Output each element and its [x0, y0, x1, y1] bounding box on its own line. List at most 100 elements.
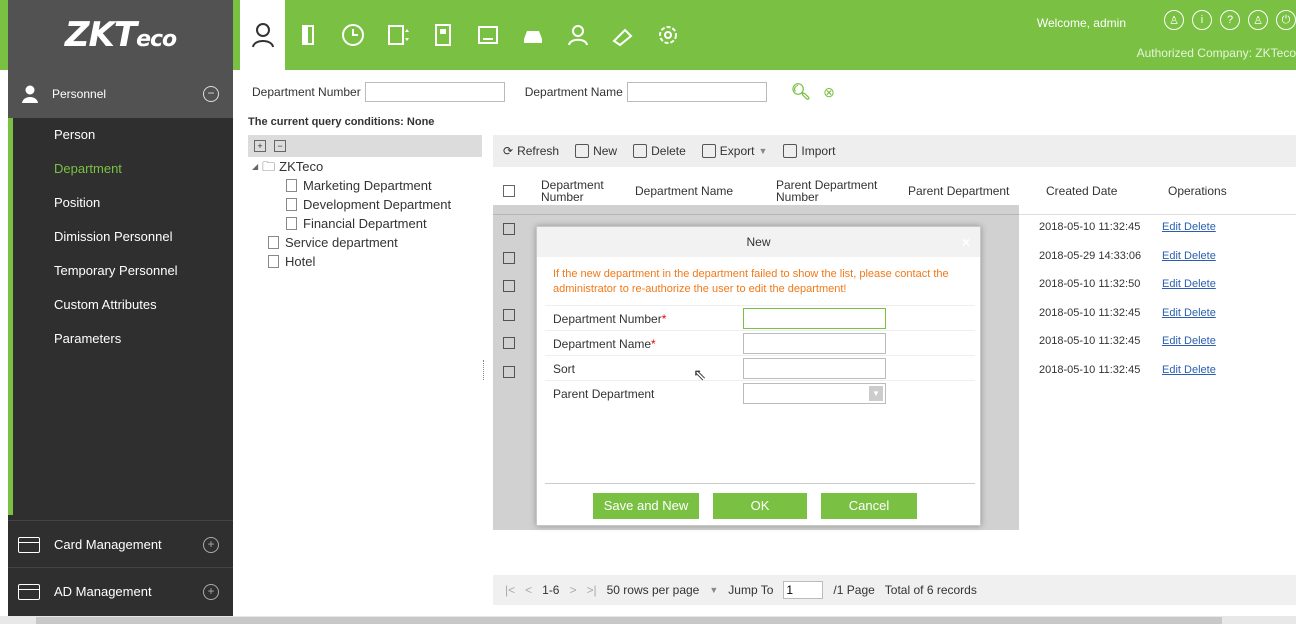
card-icon [18, 536, 40, 553]
folder-icon: 🗀︎ [262, 159, 276, 174]
new-icon [575, 144, 590, 158]
row-ops-links[interactable]: Edit Delete [1162, 250, 1216, 262]
next-page-icon[interactable]: > [569, 583, 576, 597]
new-button[interactable]: New [575, 144, 617, 158]
parent-dept-select[interactable]: ▼ [743, 383, 886, 404]
prev-page-icon[interactable]: < [525, 583, 532, 597]
file-icon [286, 198, 297, 211]
module-bar [240, 0, 690, 70]
sidebar-item-custom-attributes[interactable]: Custom Attributes [8, 288, 233, 322]
sort-field-label: Sort [553, 362, 576, 376]
car-icon[interactable] [510, 0, 555, 70]
query-conditions: The current query conditions: None [248, 116, 435, 128]
total-records: Total of 6 records [884, 583, 977, 597]
clock-icon[interactable] [330, 0, 375, 70]
sidebar-section-ad[interactable]: AD Management + [8, 567, 233, 615]
sidebar-item-department[interactable]: Department [8, 152, 233, 186]
personnel-icon[interactable] [240, 0, 285, 70]
row-ops-links[interactable]: Edit Delete [1162, 278, 1216, 290]
expand-icon[interactable]: + [203, 537, 219, 553]
sidebar-item-parameters[interactable]: Parameters [8, 322, 233, 356]
horizontal-scrollbar[interactable] [0, 616, 1296, 624]
mouse-cursor-icon: ⇖ [693, 367, 707, 384]
building-icon[interactable] [420, 0, 465, 70]
delete-icon [633, 144, 648, 158]
tree-node[interactable]: Financial Department [248, 214, 482, 233]
logo: ZKTeco [8, 0, 233, 70]
profile-icon[interactable]: ♙ [1248, 10, 1268, 30]
cancel-button[interactable]: Cancel [821, 493, 917, 519]
expand-all-icon[interactable]: + [254, 140, 266, 152]
sidebar-item-position[interactable]: Position [8, 186, 233, 220]
settings-icon[interactable] [645, 0, 690, 70]
jump-label: Jump To [728, 583, 774, 597]
tree-node-root[interactable]: ◢ 🗀︎ ZKTeco [248, 157, 482, 176]
dept-number-field[interactable] [743, 308, 886, 329]
rows-per-page-select[interactable]: 50 rows per page [607, 583, 700, 597]
help-icon[interactable]: ? [1220, 10, 1240, 30]
dept-number-label: Department Number [252, 85, 361, 99]
row-ops-links[interactable]: Edit Delete [1162, 364, 1216, 376]
collapse-icon[interactable]: − [203, 86, 219, 102]
export-button[interactable]: Export ▼ [701, 144, 767, 158]
row-ops-links[interactable]: Edit Delete [1162, 335, 1216, 347]
clear-icon[interactable]: ⊗ [823, 84, 835, 101]
patrol-icon[interactable] [600, 0, 645, 70]
page-count: /1 Page [833, 583, 875, 597]
ad-icon [18, 583, 40, 600]
refresh-button[interactable]: ⟳ Refresh [503, 144, 559, 158]
last-page-icon[interactable]: >| [587, 583, 597, 597]
collapse-all-icon[interactable]: − [274, 140, 286, 152]
first-page-icon[interactable]: |< [505, 583, 515, 597]
import-icon [783, 144, 798, 158]
ok-button[interactable]: OK [713, 493, 807, 519]
page-range: 1-6 [542, 583, 560, 597]
scroll-thumb[interactable] [36, 617, 1222, 624]
dept-number-search-input[interactable] [364, 82, 505, 102]
tree-node[interactable]: Hotel [248, 252, 482, 271]
save-and-new-button[interactable]: Save and New [593, 493, 699, 519]
dialog-title: New × [537, 227, 980, 257]
dept-name-field[interactable] [743, 333, 886, 354]
dept-name-search-input[interactable] [626, 82, 767, 102]
power-icon[interactable]: ⏻ [1276, 10, 1296, 30]
col-created[interactable]: Created Date [1046, 167, 1117, 215]
chevron-down-icon[interactable]: ▼ [709, 585, 718, 595]
file-icon [286, 179, 297, 192]
file-icon [268, 236, 279, 249]
dept-name-field-label: Department Name* [553, 337, 656, 351]
company-label: Authorized Company: ZKTeco [1136, 46, 1296, 60]
elevator-icon[interactable] [375, 0, 420, 70]
welcome-text: Welcome, admin [1036, 16, 1126, 30]
row-ops-links[interactable]: Edit Delete [1162, 221, 1216, 233]
sidebar-item-person[interactable]: Person [8, 118, 233, 152]
jump-to-input[interactable] [783, 581, 824, 599]
guard-icon[interactable] [555, 0, 600, 70]
panel-splitter[interactable] [483, 360, 486, 380]
sidebar-section-card[interactable]: Card Management + [8, 520, 233, 568]
top-bar: ZKTeco Welcome, admin ♙ i ? ♙ ⏻ Authoriz… [0, 0, 1296, 70]
user-icon[interactable]: ♙ [1164, 10, 1184, 30]
chevron-down-icon[interactable]: ▼ [869, 386, 883, 401]
file-icon [268, 255, 279, 268]
department-tree: + − ◢ 🗀︎ ZKTeco Marketing Department Dev… [248, 135, 482, 605]
tree-node[interactable]: Marketing Department [248, 176, 482, 195]
sidebar-item-dimission[interactable]: Dimission Personnel [8, 220, 233, 254]
dialog-divider [545, 483, 975, 484]
select-all-checkbox[interactable] [503, 185, 515, 197]
export-icon [701, 144, 716, 158]
info-icon[interactable]: i [1192, 10, 1212, 30]
delete-button[interactable]: Delete [633, 144, 686, 158]
door-icon[interactable] [285, 0, 330, 70]
search-icon[interactable]: 🔍︎ [791, 82, 811, 102]
row-ops-links[interactable]: Edit Delete [1162, 307, 1216, 319]
tree-node[interactable]: Service department [248, 233, 482, 252]
import-button[interactable]: Import [783, 144, 835, 158]
id-card-icon[interactable] [465, 0, 510, 70]
sidebar-item-temporary[interactable]: Temporary Personnel [8, 254, 233, 288]
sidebar-section-personnel[interactable]: Personnel − [8, 70, 233, 118]
sort-field[interactable] [743, 358, 886, 379]
expand-icon[interactable]: + [203, 584, 219, 600]
tree-node[interactable]: Development Department [248, 195, 482, 214]
close-icon[interactable]: × [962, 227, 970, 257]
